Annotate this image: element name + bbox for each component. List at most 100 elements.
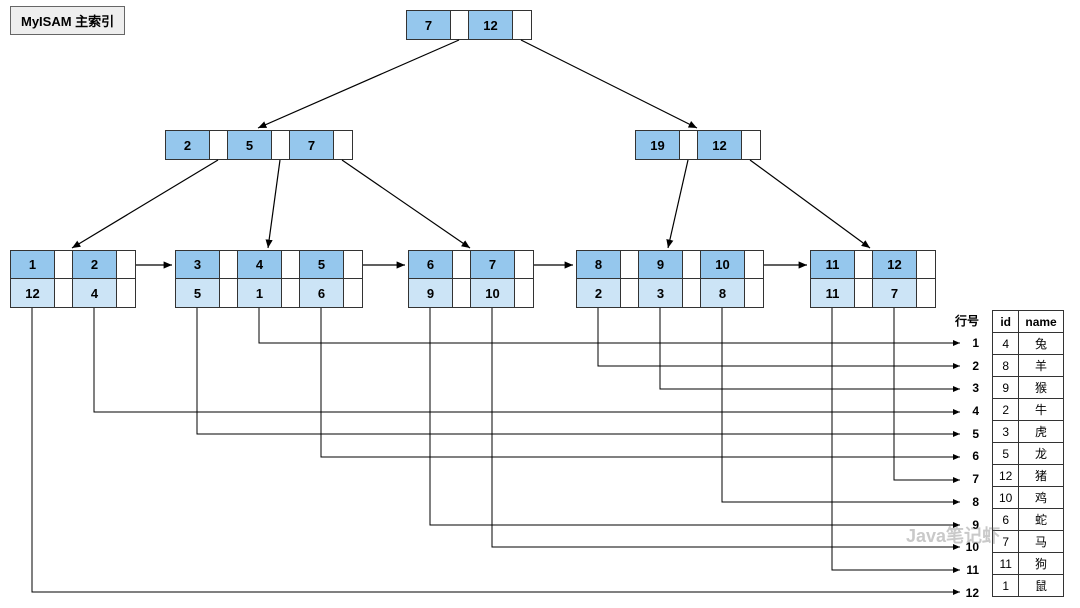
table-row: 2牛 [993,399,1064,421]
pointer-cell [272,131,290,159]
data-ptr-cell: 7 [873,279,917,307]
table-row: 12猪 [993,465,1064,487]
row-label: 3 [945,377,985,400]
data-ptr-cell: 1 [238,279,282,307]
pointer-cell [855,251,873,279]
id-cell: 11 [993,553,1019,575]
id-cell: 8 [993,355,1019,377]
btree-leaf-5: 11 12 11 7 [810,250,936,308]
table-row: 5龙 [993,443,1064,465]
row-number-column: 行号 1 2 3 4 5 6 7 8 9 10 11 12 [945,310,985,604]
pointer-cell [117,251,135,279]
pointer-cell [515,251,533,279]
pointer-cell [621,279,639,307]
btree-root-node: 7 12 [406,10,532,40]
data-ptr-cell: 9 [409,279,453,307]
key-cell: 3 [176,251,220,279]
row-label: 8 [945,491,985,514]
data-ptr-cell: 5 [176,279,220,307]
name-cell: 龙 [1019,443,1063,465]
key-cell: 2 [166,131,210,159]
key-cell: 8 [577,251,621,279]
pointer-cell [917,279,935,307]
btree-internal-right: 19 12 [635,130,761,160]
table-row: 10鸡 [993,487,1064,509]
data-ptr-cell: 6 [300,279,344,307]
key-cell: 10 [701,251,745,279]
key-cell: 6 [409,251,453,279]
row-label: 5 [945,423,985,446]
name-cell: 鼠 [1019,575,1063,597]
id-cell: 12 [993,465,1019,487]
key-cell: 12 [698,131,742,159]
pointer-cell [55,251,73,279]
id-cell: 9 [993,377,1019,399]
pointer-cell [55,279,73,307]
row-label: 4 [945,400,985,423]
diagram-title: MyISAM 主索引 [10,6,125,35]
pointer-cell [117,279,135,307]
data-ptr-cell: 8 [701,279,745,307]
pointer-cell [742,131,760,159]
pointer-cell [745,251,763,279]
key-cell: 12 [469,11,513,39]
row-label: 12 [945,582,985,605]
row-label: 2 [945,355,985,378]
key-cell: 2 [73,251,117,279]
pointer-cell [210,131,228,159]
pointer-cell [344,279,362,307]
pointer-cell [680,131,698,159]
name-cell: 马 [1019,531,1063,553]
pointer-cell [683,279,701,307]
pointer-cell [220,279,238,307]
pointer-cell [621,251,639,279]
pointer-cell [282,279,300,307]
data-ptr-cell: 12 [11,279,55,307]
table-row: 6蛇 [993,509,1064,531]
id-cell: 3 [993,421,1019,443]
pointer-cell [282,251,300,279]
row-label: 6 [945,445,985,468]
pointer-cell [683,251,701,279]
pointer-cell [917,251,935,279]
data-ptr-cell: 10 [471,279,515,307]
name-cell: 牛 [1019,399,1063,421]
table-row: 3虎 [993,421,1064,443]
key-cell: 5 [228,131,272,159]
pointer-cell [451,11,469,39]
key-cell: 12 [873,251,917,279]
pointer-cell [344,251,362,279]
pointer-cell [220,251,238,279]
pointer-cell [515,279,533,307]
row-label: 1 [945,332,985,355]
id-cell: 1 [993,575,1019,597]
btree-leaf-2: 3 4 5 5 1 6 [175,250,363,308]
row-label: 11 [945,559,985,582]
data-ptr-cell: 4 [73,279,117,307]
name-cell: 鸡 [1019,487,1063,509]
table-row: 4兔 [993,333,1064,355]
table-row: 8羊 [993,355,1064,377]
name-cell: 猪 [1019,465,1063,487]
pointer-cell [855,279,873,307]
name-cell: 兔 [1019,333,1063,355]
pointer-cell [513,11,531,39]
name-cell: 虎 [1019,421,1063,443]
pointer-cell [745,279,763,307]
id-cell: 2 [993,399,1019,421]
btree-leaf-3: 6 7 9 10 [408,250,534,308]
pointer-cell [453,251,471,279]
table-row: 7马 [993,531,1064,553]
name-cell: 狗 [1019,553,1063,575]
col-id-header: id [993,311,1019,333]
btree-leaf-1: 1 2 12 4 [10,250,136,308]
id-cell: 5 [993,443,1019,465]
data-table: id name 4兔 8羊 9猴 2牛 3虎 5龙 12猪 10鸡 6蛇 7马 … [992,310,1064,597]
key-cell: 4 [238,251,282,279]
key-cell: 7 [407,11,451,39]
col-name-header: name [1019,311,1063,333]
id-cell: 10 [993,487,1019,509]
data-ptr-cell: 3 [639,279,683,307]
data-ptr-cell: 11 [811,279,855,307]
name-cell: 羊 [1019,355,1063,377]
